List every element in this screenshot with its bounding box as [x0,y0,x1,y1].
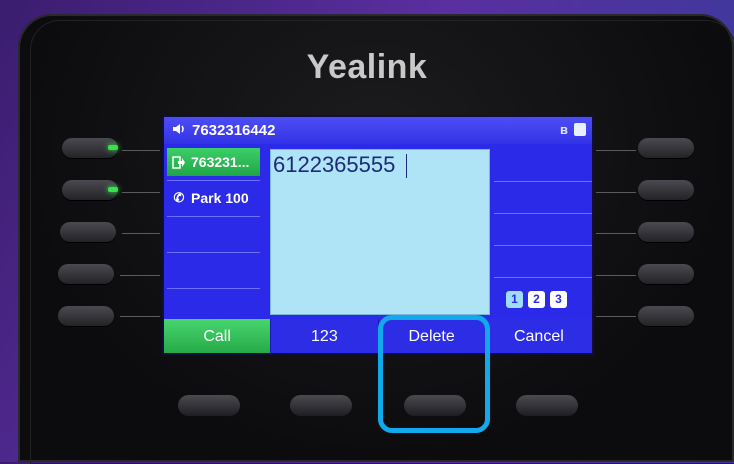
line-key-label: 763231... [191,154,250,170]
physical-softkey-2[interactable] [290,395,352,416]
bluetooth-icon: ʙ [560,122,568,137]
line-divider [494,181,592,182]
softkey-123[interactable]: 123 [270,319,378,353]
line-key-label: Park 100 [191,190,249,206]
softkey-call[interactable]: Call [164,319,271,353]
leader-line [596,233,636,234]
line-key-labels: 763231... ✆ Park 100 [164,144,264,326]
page-1-indicator[interactable]: 1 [506,291,523,308]
own-number: 7632316442 [192,122,276,139]
text-cursor [406,154,407,178]
lcd-screen: 7632316442 ʙ 763231... ✆ Park 100 612236… [162,115,594,355]
line-divider [494,245,592,246]
leader-line [122,233,160,234]
page-2-indicator[interactable]: 2 [528,291,545,308]
right-line-key-3[interactable] [638,222,694,242]
leader-line [122,150,160,151]
phone-park-icon: ✆ [173,190,185,205]
line-key-1-led [108,145,118,150]
line-key-item-1[interactable]: 763231... [167,148,260,176]
line-divider [167,288,260,289]
line-divider [167,216,260,217]
physical-softkey-1[interactable] [178,395,240,416]
leader-line [120,275,160,276]
line-divider [494,277,592,278]
right-line-key-2[interactable] [638,180,694,200]
line-divider [167,180,260,181]
leader-line [596,316,636,317]
leader-line [596,192,636,193]
highlight-box [378,315,490,433]
line-key-2-led [108,187,118,192]
status-bar: 7632316442 ʙ [164,117,592,144]
lock-icon [574,123,586,136]
dialed-number: 6122365555 [273,152,396,177]
right-line-labels [494,149,592,313]
exit-arrow-icon [171,155,187,169]
softkey-cancel[interactable]: Cancel [484,319,592,353]
line-divider [494,213,592,214]
right-line-key-4[interactable] [638,264,694,284]
right-line-key-5[interactable] [638,306,694,326]
left-line-key-5[interactable] [58,306,114,326]
page-3-indicator[interactable]: 3 [550,291,567,308]
leader-line [596,275,636,276]
dial-entry-field[interactable]: 6122365555 [270,149,490,315]
leader-line [596,150,636,151]
brand-logo: Yealink [306,48,428,86]
left-line-key-4[interactable] [58,264,114,284]
physical-softkey-4[interactable] [516,395,578,416]
line-divider [167,252,260,253]
left-line-key-3[interactable] [60,222,116,242]
line-key-item-2[interactable]: ✆ Park 100 [167,184,260,212]
right-line-key-1[interactable] [638,138,694,158]
speaker-icon [173,124,184,134]
leader-line [122,192,160,193]
leader-line [120,316,160,317]
